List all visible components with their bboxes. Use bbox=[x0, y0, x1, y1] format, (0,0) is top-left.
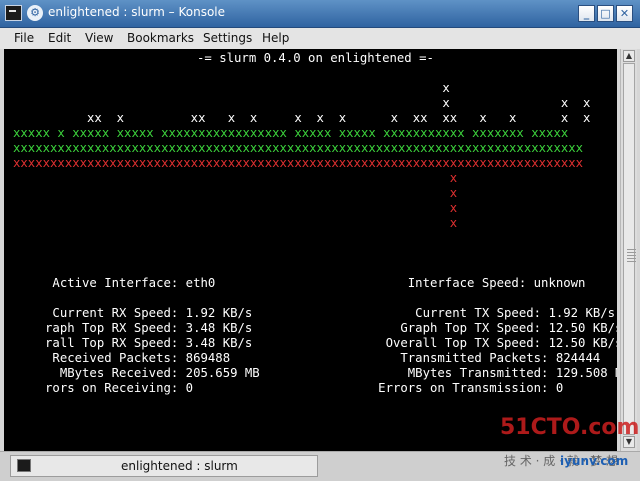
graph-line: xxxxxxxxxxxxxxxxxxxxxxxxxxxxxxxxxxxxxxxx… bbox=[13, 141, 584, 155]
graph-line: xxxxx x xxxxx xxxxx xxxxxxxxxxxxxxxxx xx… bbox=[13, 126, 569, 140]
tab-session[interactable]: enlightened : slurm bbox=[10, 455, 318, 477]
terminal-area[interactable]: -= slurm 0.4.0 on enlightened =- x x x x… bbox=[4, 49, 617, 451]
scrollbar-thumb[interactable] bbox=[623, 63, 636, 435]
close-button[interactable]: ✕ bbox=[616, 5, 633, 22]
graph-line: x bbox=[13, 216, 458, 230]
maximize-button[interactable]: □ bbox=[597, 5, 614, 22]
menu-bar: File Edit View Bookmarks Settings Help bbox=[0, 28, 640, 49]
scroll-up-arrow-icon[interactable]: ▲ bbox=[623, 50, 635, 62]
graph-line: x bbox=[13, 171, 458, 185]
graph-line: xxxxxxxxxxxxxxxxxxxxxxxxxxxxxxxxxxxxxxxx… bbox=[13, 156, 584, 170]
terminal-tab-icon bbox=[17, 459, 31, 472]
window-title: enlightened : slurm – Konsole bbox=[48, 5, 226, 19]
watermark-site: iyunv.com bbox=[560, 454, 629, 468]
stats-line: Current RX Speed: 1.92 KB/s Current TX S… bbox=[8, 306, 616, 320]
window-menu-icon[interactable]: ⚙ bbox=[27, 5, 43, 21]
minimize-button[interactable]: _ bbox=[578, 5, 595, 22]
graph-line: x bbox=[13, 81, 450, 95]
menu-view[interactable]: View bbox=[85, 31, 113, 45]
vertical-scrollbar[interactable]: ▲ ▼ bbox=[620, 49, 637, 451]
stats-line: rors on Receiving: 0 Errors on Transmiss… bbox=[8, 381, 564, 395]
menu-edit[interactable]: Edit bbox=[48, 31, 71, 45]
graph-line: x x x bbox=[13, 96, 591, 110]
title-bar[interactable]: ⚙ enlightened : slurm – Konsole _ □ ✕ bbox=[0, 0, 640, 28]
terminal-app-icon[interactable] bbox=[5, 5, 22, 21]
graph-line: x bbox=[13, 201, 458, 215]
stats-line: Active Interface: eth0 Interface Speed: … bbox=[8, 276, 586, 290]
slurm-header: -= slurm 0.4.0 on enlightened =- bbox=[197, 51, 434, 65]
menu-help[interactable]: Help bbox=[262, 31, 289, 45]
stats-line: MBytes Received: 205.659 MB MBytes Trans… bbox=[8, 366, 617, 380]
graph-line: xx x xx x x x x x x xx xx x x x x bbox=[13, 111, 591, 125]
grip-icon bbox=[627, 249, 636, 263]
tab-label: enlightened : slurm bbox=[121, 459, 238, 473]
stats-line: raph Top RX Speed: 3.48 KB/s Graph Top T… bbox=[8, 321, 617, 335]
menu-file[interactable]: File bbox=[14, 31, 34, 45]
menu-settings[interactable]: Settings bbox=[203, 31, 252, 45]
menu-bookmarks[interactable]: Bookmarks bbox=[127, 31, 194, 45]
konsole-window: ⚙ enlightened : slurm – Konsole _ □ ✕ Fi… bbox=[0, 0, 640, 481]
graph-line: x bbox=[13, 186, 458, 200]
stats-line: rall Top RX Speed: 3.48 KB/s Overall Top… bbox=[8, 336, 617, 350]
watermark-brand: 51CTO.com bbox=[500, 415, 640, 440]
stats-line: Received Packets: 869488 Transmitted Pac… bbox=[8, 351, 601, 365]
